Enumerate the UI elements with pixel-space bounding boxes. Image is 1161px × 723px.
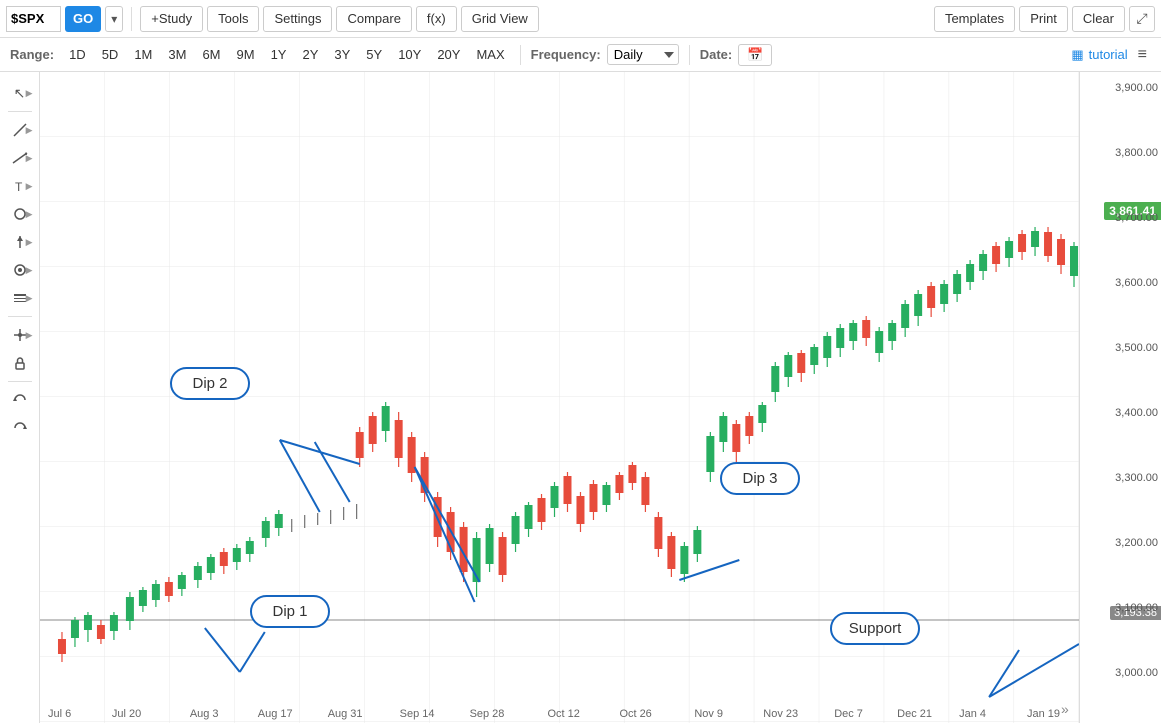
price-3300: 3,300.00 bbox=[1115, 472, 1158, 484]
price-3400: 3,400.00 bbox=[1115, 407, 1158, 419]
svg-text:Jul 6: Jul 6 bbox=[48, 708, 71, 720]
price-3600: 3,600.00 bbox=[1115, 277, 1158, 289]
tools-button[interactable]: Tools bbox=[207, 6, 259, 32]
range-6m[interactable]: 6M bbox=[197, 45, 225, 64]
main-toolbar: GO ▾ +Study Tools Settings Compare f(x) … bbox=[0, 0, 1161, 38]
chart-svg: Jul 6 Jul 20 Aug 3 Aug 17 Aug 31 Sep 14 … bbox=[40, 72, 1079, 723]
chart-main: Jul 6 Jul 20 Aug 3 Aug 17 Aug 31 Sep 14 … bbox=[40, 72, 1079, 723]
lt-sep-1 bbox=[8, 111, 32, 112]
frequency-select[interactable]: Daily Weekly Monthly bbox=[607, 44, 679, 65]
lt-text-tool[interactable]: T ▶ bbox=[5, 173, 35, 199]
range-10y[interactable]: 10Y bbox=[393, 45, 426, 64]
range-3y[interactable]: 3Y bbox=[329, 45, 355, 64]
tutorial-link[interactable]: ▦ tutorial bbox=[1071, 47, 1127, 63]
separator-1 bbox=[131, 7, 132, 31]
lt-cursor-tool[interactable]: ↖▶ bbox=[5, 80, 35, 106]
price-3900: 3,900.00 bbox=[1115, 82, 1158, 94]
svg-text:Aug 31: Aug 31 bbox=[328, 708, 363, 720]
range-freq-separator bbox=[520, 45, 521, 65]
svg-text:Jan 4: Jan 4 bbox=[959, 708, 986, 720]
svg-text:T: T bbox=[15, 180, 23, 194]
range-1d[interactable]: 1D bbox=[64, 45, 91, 64]
price-axis: 3,861.41 3,193.38 3,900.00 3,800.00 3,70… bbox=[1079, 72, 1161, 723]
date-label-text: Date: bbox=[700, 47, 733, 62]
range-1m[interactable]: 1M bbox=[129, 45, 157, 64]
gridview-button[interactable]: Grid View bbox=[461, 6, 539, 32]
price-3000: 3,000.00 bbox=[1115, 667, 1158, 679]
lt-shape-tool[interactable]: ▶ bbox=[5, 201, 35, 227]
svg-text:Oct 26: Oct 26 bbox=[619, 708, 651, 720]
range-9m[interactable]: 9M bbox=[232, 45, 260, 64]
tutorial-label: tutorial bbox=[1089, 47, 1128, 62]
range-5y[interactable]: 5Y bbox=[361, 45, 387, 64]
lt-sep-3 bbox=[8, 381, 32, 382]
lt-redo[interactable] bbox=[5, 415, 35, 441]
lt-ray-tool[interactable]: ▶ bbox=[5, 145, 35, 171]
svg-text:Oct 12: Oct 12 bbox=[548, 708, 580, 720]
svg-text:Dec 7: Dec 7 bbox=[834, 708, 863, 720]
lt-undo[interactable] bbox=[5, 387, 35, 413]
expand-button[interactable]: ⤢ bbox=[1129, 6, 1155, 32]
print-button[interactable]: Print bbox=[1019, 6, 1068, 32]
svg-text:Nov 23: Nov 23 bbox=[763, 708, 798, 720]
hamburger-menu[interactable]: ≡ bbox=[1134, 46, 1151, 64]
lt-measure-tool[interactable]: ▶ bbox=[5, 257, 35, 283]
range-20y[interactable]: 20Y bbox=[432, 45, 465, 64]
svg-text:Dec 21: Dec 21 bbox=[897, 708, 932, 720]
chart-container: ↖▶ ▶ ▶ T ▶ ▶ ▶ ▶ ▶ bbox=[0, 72, 1161, 723]
calendar-icon: 📅 bbox=[747, 47, 763, 63]
clear-button[interactable]: Clear bbox=[1072, 6, 1125, 32]
go-button[interactable]: GO bbox=[65, 6, 101, 32]
date-picker-button[interactable]: 📅 bbox=[738, 44, 772, 66]
price-3100: 3,100.00 bbox=[1115, 602, 1158, 614]
price-3200: 3,200.00 bbox=[1115, 537, 1158, 549]
svg-text:Aug 3: Aug 3 bbox=[190, 708, 219, 720]
lt-pin-tool[interactable]: ▶ bbox=[5, 322, 35, 348]
lt-lock-tool[interactable] bbox=[5, 350, 35, 376]
svg-text:Jan 19: Jan 19 bbox=[1027, 708, 1060, 720]
freq-date-separator bbox=[689, 45, 690, 65]
settings-button[interactable]: Settings bbox=[263, 6, 332, 32]
svg-text:Jul 20: Jul 20 bbox=[112, 708, 141, 720]
right-buttons: Templates Print Clear ⤢ bbox=[934, 6, 1155, 32]
svg-text:Nov 9: Nov 9 bbox=[694, 708, 723, 720]
range-1y[interactable]: 1Y bbox=[266, 45, 292, 64]
svg-text:Sep 28: Sep 28 bbox=[470, 708, 505, 720]
lt-line-tool[interactable]: ▶ bbox=[5, 117, 35, 143]
templates-button[interactable]: Templates bbox=[934, 6, 1015, 32]
tutorial-grid-icon: ▦ bbox=[1071, 47, 1083, 63]
left-toolbar: ↖▶ ▶ ▶ T ▶ ▶ ▶ ▶ ▶ bbox=[0, 72, 40, 723]
range-3m[interactable]: 3M bbox=[163, 45, 191, 64]
lt-sep-2 bbox=[8, 316, 32, 317]
price-3700: 3,700.00 bbox=[1115, 212, 1158, 224]
range-label: Range: bbox=[10, 47, 54, 62]
fx-button[interactable]: f(x) bbox=[416, 6, 457, 32]
lt-fibonacci-tool[interactable]: ▶ bbox=[5, 285, 35, 311]
symbol-nav-down[interactable]: ▾ bbox=[105, 6, 123, 32]
range-5d[interactable]: 5D bbox=[97, 45, 124, 64]
svg-text:Aug 17: Aug 17 bbox=[258, 708, 293, 720]
price-3500: 3,500.00 bbox=[1115, 342, 1158, 354]
range-2y[interactable]: 2Y bbox=[297, 45, 323, 64]
svg-text:Sep 14: Sep 14 bbox=[400, 708, 435, 720]
price-3800: 3,800.00 bbox=[1115, 147, 1158, 159]
lt-arrow-tool[interactable]: ▶ bbox=[5, 229, 35, 255]
symbol-input[interactable] bbox=[6, 6, 61, 32]
range-max[interactable]: MAX bbox=[471, 45, 509, 64]
svg-text:»: » bbox=[1061, 701, 1069, 717]
compare-button[interactable]: Compare bbox=[336, 6, 411, 32]
frequency-label: Frequency: bbox=[531, 47, 601, 62]
range-bar: Range: 1D 5D 1M 3M 6M 9M 1Y 2Y 3Y 5Y 10Y… bbox=[0, 38, 1161, 72]
study-button[interactable]: +Study bbox=[140, 6, 203, 32]
